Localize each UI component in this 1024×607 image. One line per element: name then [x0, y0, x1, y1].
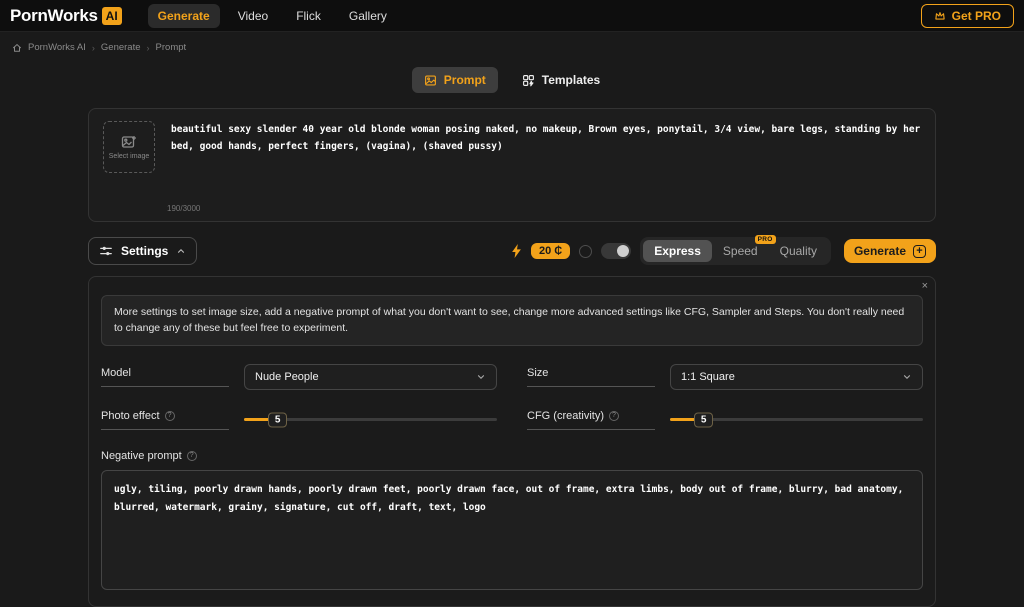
- photo-effect-label-text: Photo effect: [101, 409, 160, 422]
- prompt-input-panel: Select image beautiful sexy slender 40 y…: [88, 108, 936, 222]
- select-image-label: Select image: [108, 153, 150, 160]
- tab-prompt-label: Prompt: [443, 73, 486, 87]
- breadcrumb-item-generate[interactable]: Generate: [101, 42, 141, 53]
- size-field-row: Size 1:1 Square: [527, 363, 923, 390]
- nav-item-generate[interactable]: Generate: [147, 3, 220, 28]
- mode-tabs: Prompt Templates: [0, 67, 1024, 93]
- speed-mode-segmented-control: Express Speed PRO Quality: [640, 235, 831, 265]
- mode-speed[interactable]: Speed PRO: [712, 235, 776, 262]
- nav-item-video[interactable]: Video: [228, 4, 278, 28]
- nav-item-gallery[interactable]: Gallery: [339, 4, 397, 28]
- chevron-down-icon: [903, 374, 911, 379]
- main-content: Select image beautiful sexy slender 40 y…: [88, 108, 936, 607]
- cost-toggle[interactable]: [601, 243, 632, 259]
- get-pro-button[interactable]: Get PRO: [920, 3, 1014, 28]
- sliders-icon: [100, 246, 112, 256]
- lightning-icon: [512, 244, 521, 258]
- size-label: Size: [527, 367, 655, 387]
- character-count: 190/3000: [167, 204, 201, 213]
- logo-text: PornWorks: [10, 5, 98, 25]
- mode-express[interactable]: Express: [643, 240, 712, 262]
- breadcrumb-separator: ›: [146, 42, 150, 53]
- breadcrumb-separator: ›: [91, 42, 95, 53]
- breadcrumb-item-pornworks-ai[interactable]: PornWorks AI: [28, 42, 86, 53]
- tab-prompt[interactable]: Prompt: [411, 67, 498, 93]
- size-select-value: 1:1 Square: [681, 370, 735, 383]
- model-field-row: Model Nude People: [101, 363, 497, 390]
- coin-icon: [579, 244, 593, 258]
- settings-toggle-button[interactable]: Settings: [88, 237, 198, 265]
- negative-prompt-label-text: Negative prompt: [101, 449, 182, 462]
- tab-templates[interactable]: Templates: [510, 67, 612, 93]
- cfg-label: CFG (creativity) ?: [527, 410, 655, 430]
- nav-item-flick[interactable]: Flick: [286, 4, 331, 28]
- breadcrumb: PornWorks AI › Generate › Prompt: [0, 32, 1024, 55]
- model-select-value: Nude People: [255, 370, 319, 383]
- templates-icon: [522, 74, 534, 86]
- cfg-field-row: CFG (creativity) ? 5: [527, 410, 923, 430]
- tab-templates-label: Templates: [541, 73, 601, 87]
- breadcrumb-item-prompt[interactable]: Prompt: [156, 42, 187, 53]
- crown-icon: [934, 11, 945, 20]
- cfg-value[interactable]: 5: [693, 412, 714, 428]
- photo-effect-slider[interactable]: 5: [244, 410, 497, 430]
- generate-button-label: Generate: [853, 244, 906, 258]
- settings-panel: × More settings to set image size, add a…: [88, 276, 936, 607]
- chevron-down-icon: [477, 374, 485, 379]
- model-label: Model: [101, 367, 229, 387]
- photo-effect-field-row: Photo effect ? 5: [101, 410, 497, 430]
- settings-form: Model Nude People Size 1:1 Square Photo …: [101, 363, 923, 430]
- prompt-textarea[interactable]: beautiful sexy slender 40 year old blond…: [171, 121, 921, 201]
- info-icon: ?: [164, 410, 175, 421]
- mode-speed-label: Speed: [722, 244, 758, 258]
- image-icon: [424, 74, 436, 86]
- plus-icon: +: [913, 244, 926, 258]
- cost-badge[interactable]: 20 ₵: [530, 243, 571, 259]
- negative-prompt-label: Negative prompt ?: [101, 450, 923, 462]
- photo-effect-value[interactable]: 5: [267, 412, 288, 428]
- get-pro-label: Get PRO: [951, 8, 1001, 23]
- model-select[interactable]: Nude People: [244, 363, 497, 390]
- info-icon: ?: [609, 410, 619, 421]
- mode-quality[interactable]: Quality: [769, 240, 828, 262]
- top-nav-bar: PornWorks AI Generate Video Flick Galler…: [0, 0, 1024, 32]
- generate-button[interactable]: Generate +: [843, 239, 936, 263]
- cfg-label-text: CFG (creativity): [527, 409, 604, 422]
- settings-info-text: More settings to set image size, add a n…: [101, 295, 923, 346]
- photo-effect-label: Photo effect ?: [101, 410, 229, 430]
- chevron-up-icon: [178, 248, 185, 253]
- close-icon[interactable]: ×: [922, 280, 928, 292]
- info-icon: ?: [186, 450, 197, 461]
- logo-ai-badge: AI: [101, 6, 122, 25]
- cfg-slider[interactable]: 5: [670, 410, 923, 430]
- settings-button-label: Settings: [121, 244, 169, 258]
- add-image-icon: [121, 136, 136, 148]
- main-nav: Generate Video Flick Gallery: [147, 3, 397, 28]
- select-image-button[interactable]: Select image: [103, 121, 155, 173]
- generation-toolbar: Settings 20 ₵ Express Speed PRO Quality: [88, 235, 936, 265]
- size-select[interactable]: 1:1 Square: [670, 363, 923, 390]
- logo[interactable]: PornWorks AI: [10, 6, 122, 26]
- negative-prompt-textarea[interactable]: ugly, tiling, poorly drawn hands, poorly…: [101, 469, 923, 590]
- home-icon[interactable]: [12, 43, 22, 53]
- toolbar-right-group: 20 ₵ Express Speed PRO Quality Generate …: [511, 235, 936, 265]
- toggle-knob-icon: [617, 245, 630, 257]
